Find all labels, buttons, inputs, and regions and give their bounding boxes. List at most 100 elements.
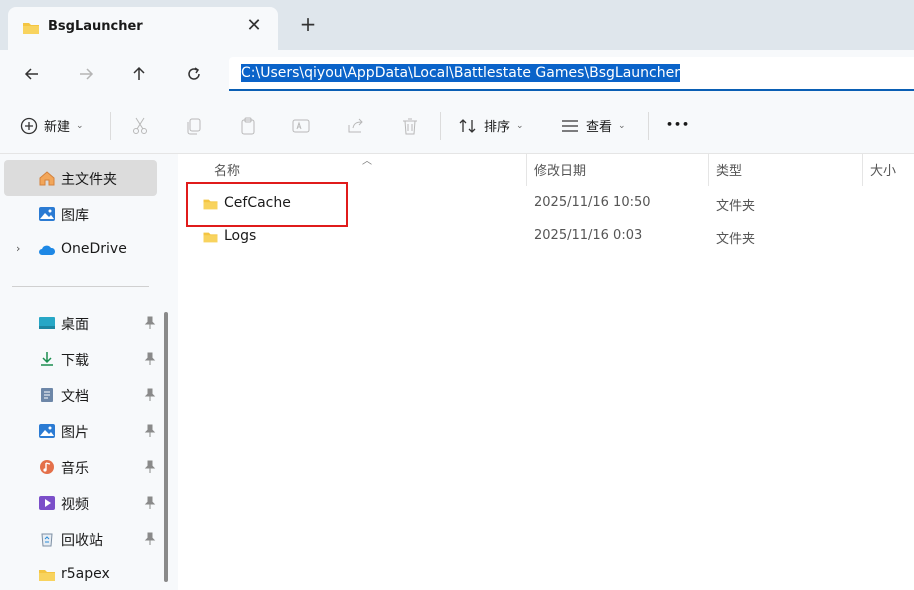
sidebar-label: 文档 [61,389,89,405]
arrow-left-icon [24,68,38,80]
sidebar-item-downloads[interactable]: 下载 [4,341,157,377]
pin-icon[interactable] [144,424,156,438]
sidebar-item-onedrive[interactable]: › OneDrive [4,232,157,268]
column-divider[interactable] [708,154,709,186]
new-tab-button[interactable]: + [296,12,320,36]
share-button[interactable] [346,116,366,136]
arrow-up-icon [133,66,145,80]
sidebar-label: 图库 [61,208,89,224]
pictures-icon [39,424,55,438]
sidebar-scrollbar[interactable] [164,312,168,582]
sidebar-item-r5apex[interactable]: r5apex [4,557,157,590]
chevron-down-icon: ⌄ [618,120,626,131]
desktop-icon [39,317,55,329]
home-icon [39,171,55,186]
back-button[interactable] [20,62,44,86]
pin-icon[interactable] [144,496,156,510]
sidebar-item-pictures[interactable]: 图片 [4,413,157,449]
copy-button[interactable] [184,116,204,136]
chevron-down-icon: ⌄ [76,120,84,131]
sidebar-label: 图片 [61,425,89,441]
new-button[interactable]: 新建 ⌄ [20,116,84,135]
toolbar-divider [440,112,441,140]
video-icon [39,496,55,510]
file-name: Logs [224,228,257,244]
more-options-button[interactable]: ••• [666,118,690,131]
sidebar-item-videos[interactable]: 视频 [4,485,157,521]
sidebar-label: OneDrive [61,241,127,257]
file-list: ︿ 名称 修改日期 类型 大小 CefCache 2025/11/16 10:5… [178,154,914,590]
sort-button[interactable]: 排序 ⌄ [458,116,524,135]
column-divider[interactable] [526,154,527,186]
chevron-right-icon[interactable]: › [16,242,20,255]
pin-icon[interactable] [144,460,156,474]
cut-button[interactable] [130,116,150,136]
file-modified: 2025/11/16 0:03 [534,228,643,243]
tab-bsglauncher[interactable]: BsgLauncher ✕ [8,7,278,50]
view-icon [562,119,578,132]
sidebar-divider [12,286,149,287]
rename-button[interactable] [291,116,311,136]
sort-label: 排序 [484,120,511,135]
sidebar-item-recycle-bin[interactable]: 回收站 [4,521,157,557]
plus-circle-icon [20,117,38,134]
pin-icon[interactable] [144,352,156,366]
column-divider[interactable] [862,154,863,186]
sidebar-label: 桌面 [61,317,89,333]
sidebar-label: r5apex [61,566,110,582]
sidebar-item-home[interactable]: 主文件夹 [4,160,157,196]
file-type: 文件夹 [716,199,756,214]
column-header-size[interactable]: 大小 [870,160,896,179]
arrow-right-icon [80,68,94,80]
pin-icon[interactable] [144,388,156,402]
folder-icon [39,570,55,581]
navigation-pane: 主文件夹 图库 › OneDrive 桌面 下载 文档 图片 音乐 视频 回收站… [0,154,178,590]
document-icon [41,388,53,402]
recycle-bin-icon [41,533,53,547]
view-label: 查看 [586,120,613,135]
file-modified: 2025/11/16 10:50 [534,195,651,210]
sort-ascending-icon: ︿ [362,156,372,167]
up-button[interactable] [127,62,151,86]
cut-icon [133,117,147,134]
sidebar-item-documents[interactable]: 文档 [4,377,157,413]
sidebar-label: 下载 [61,353,89,369]
paste-button[interactable] [238,116,258,136]
music-icon [40,460,54,474]
new-label: 新建 [44,120,71,135]
toolbar-divider [648,112,649,140]
view-button[interactable]: 查看 ⌄ [560,116,626,135]
tab-title: BsgLauncher [48,19,143,34]
sidebar-item-music[interactable]: 音乐 [4,449,157,485]
delete-button[interactable] [400,116,420,136]
gallery-icon [39,207,55,221]
pin-icon[interactable] [144,316,156,330]
column-header-modified[interactable]: 修改日期 [534,160,586,179]
toolbar-divider [110,112,111,140]
share-icon [348,118,363,133]
sidebar-label: 回收站 [61,533,103,549]
chevron-down-icon: ⌄ [516,120,524,131]
command-bar: 新建 ⌄ 排序 ⌄ 查看 ⌄ ••• [0,98,914,154]
copy-icon [187,118,201,135]
download-icon [41,352,53,366]
sidebar-item-gallery[interactable]: 图库 [4,196,157,232]
forward-button[interactable] [74,62,98,86]
address-bar[interactable]: C:\Users\qiyou\AppData\Local\Battlestate… [229,57,914,91]
sidebar-label: 视频 [61,497,89,513]
paste-icon [241,117,255,135]
refresh-icon [188,67,200,80]
address-path: C:\Users\qiyou\AppData\Local\Battlestate… [241,64,680,82]
trash-icon [403,118,417,135]
pin-icon[interactable] [144,532,156,546]
cloud-icon [39,245,56,255]
column-header-name[interactable]: 名称 [214,160,240,179]
sidebar-label: 主文件夹 [61,172,117,188]
rename-icon [292,119,310,133]
sidebar-item-desktop[interactable]: 桌面 [4,305,157,341]
column-header-type[interactable]: 类型 [716,160,742,179]
refresh-button[interactable] [182,62,206,86]
highlight-annotation [186,182,348,227]
close-tab-icon[interactable]: ✕ [244,15,264,36]
sort-icon [459,118,476,133]
